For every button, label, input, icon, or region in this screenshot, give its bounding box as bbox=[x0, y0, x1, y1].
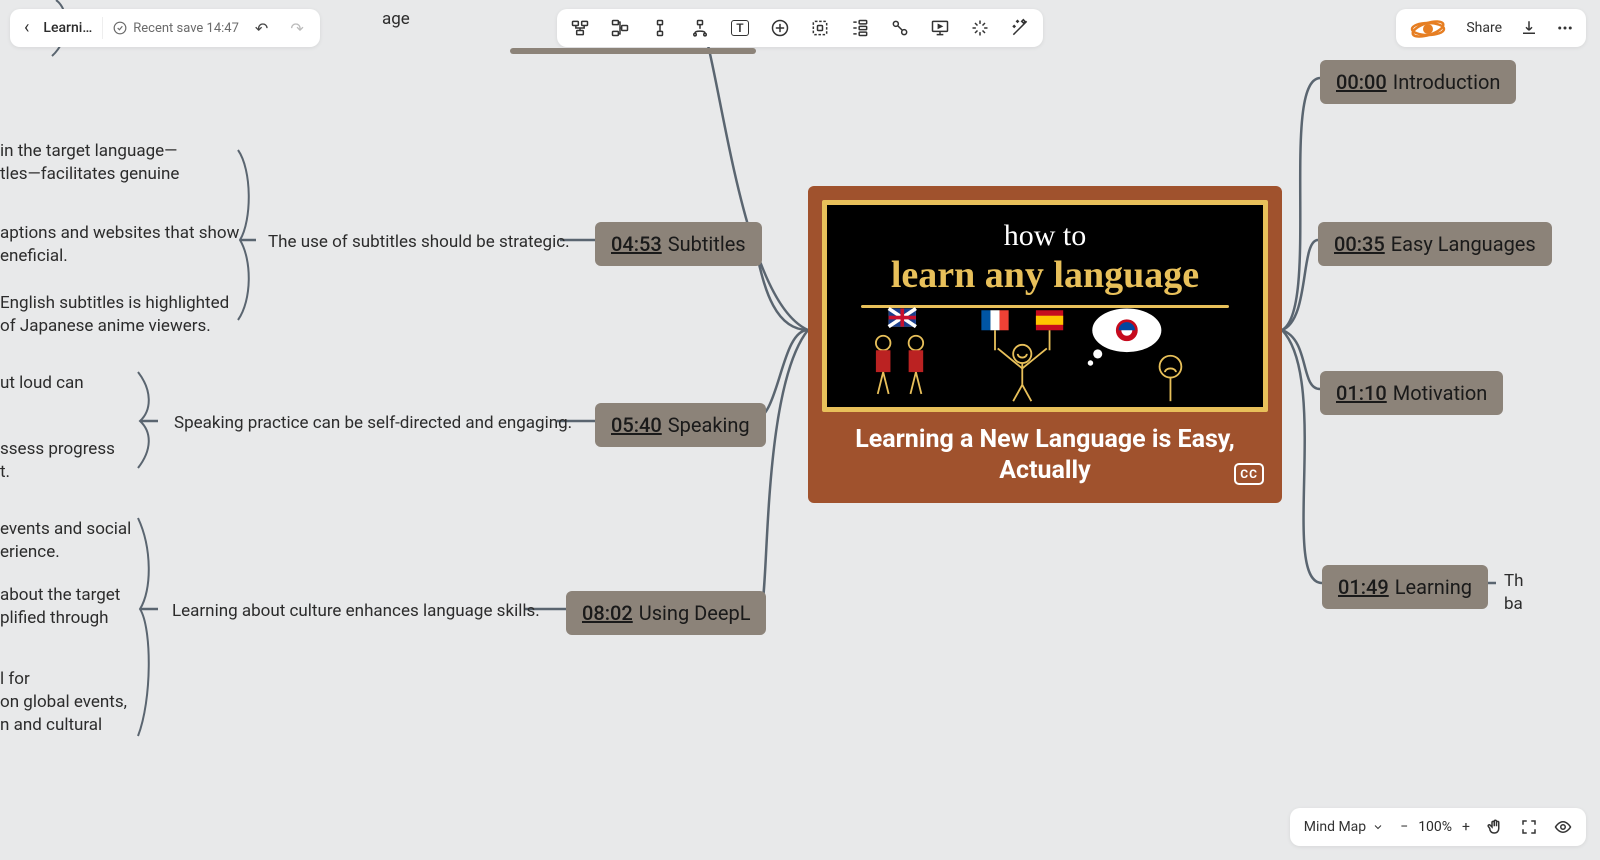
anno-right-fragment: Th ba bbox=[1504, 570, 1524, 616]
fit-screen-icon[interactable] bbox=[1520, 818, 1538, 836]
pan-tool-icon[interactable] bbox=[1486, 818, 1504, 836]
timestamp: 00:00 bbox=[1336, 70, 1387, 94]
summary-icon[interactable] bbox=[689, 17, 711, 39]
chapter-label: Motivation bbox=[1393, 381, 1488, 405]
chapter-label: Speaking bbox=[668, 413, 750, 437]
zoom-level: 100% bbox=[1418, 819, 1452, 835]
header-pill: ‹ Learni… Recent save 14:47 ↶ ↷ bbox=[10, 9, 320, 47]
more-menu-icon[interactable] bbox=[1556, 19, 1574, 37]
add-child-node-icon[interactable] bbox=[569, 17, 591, 39]
boundary-icon[interactable] bbox=[809, 17, 831, 39]
bottom-controls: Mind Map − 100% + bbox=[1290, 808, 1586, 846]
relationship-icon[interactable] bbox=[649, 17, 671, 39]
magic-wand-icon[interactable] bbox=[1009, 17, 1031, 39]
share-button[interactable]: Share bbox=[1466, 20, 1502, 36]
share-pill: Share bbox=[1396, 9, 1586, 47]
cc-icon: CC bbox=[1234, 463, 1264, 485]
text-tool-icon[interactable]: T bbox=[729, 17, 751, 39]
document-title[interactable]: Learni… bbox=[43, 20, 92, 36]
chapter-node-subtitles[interactable]: 04:53Subtitles bbox=[595, 222, 762, 266]
save-status: Recent save 14:47 bbox=[113, 21, 239, 36]
ai-sparkle-icon[interactable] bbox=[969, 17, 991, 39]
timestamp: 05:40 bbox=[611, 413, 662, 437]
anno-subtitles-summary[interactable]: The use of subtitles should be strategic… bbox=[268, 231, 570, 254]
central-node[interactable]: how to learn any language bbox=[808, 186, 1282, 503]
back-button[interactable]: ‹ bbox=[20, 15, 33, 41]
central-node-caption: Learning a New Language is Easy, Actuall… bbox=[822, 424, 1268, 487]
chapter-node-motivation[interactable]: 01:10Motivation bbox=[1320, 371, 1503, 415]
view-mode-label: Mind Map bbox=[1304, 819, 1366, 835]
download-icon[interactable] bbox=[1520, 19, 1538, 37]
timestamp: 00:35 bbox=[1334, 232, 1385, 256]
timestamp: 08:02 bbox=[582, 601, 633, 625]
preview-eye-icon[interactable] bbox=[1554, 818, 1572, 836]
redo-button[interactable]: ↷ bbox=[284, 15, 309, 42]
canvas-scroll-handle[interactable] bbox=[510, 48, 756, 54]
chapter-node-learning[interactable]: 01:49Learning bbox=[1322, 565, 1488, 609]
anno-deepl-3: l for on global events, n and cultural bbox=[0, 668, 127, 737]
anno-subtitles-3: English subtitles is highlighted of Japa… bbox=[0, 292, 229, 338]
video-thumbnail: how to learn any language bbox=[822, 200, 1268, 412]
chapter-label: Using DeepL bbox=[639, 601, 751, 625]
chapter-node-intro[interactable]: 00:00Introduction bbox=[1320, 60, 1516, 104]
chapter-label: Easy Languages bbox=[1391, 232, 1536, 256]
app-logo-icon[interactable] bbox=[1408, 18, 1448, 38]
timestamp: 01:49 bbox=[1338, 575, 1389, 599]
top-toolbar: T bbox=[557, 9, 1043, 47]
timestamp: 04:53 bbox=[611, 232, 662, 256]
chapter-node-speaking[interactable]: 05:40Speaking bbox=[595, 403, 766, 447]
anno-subtitles-1: in the target language— tles—facilitates… bbox=[0, 140, 179, 186]
chapter-node-easy-languages[interactable]: 00:35Easy Languages bbox=[1318, 222, 1552, 266]
chapter-label: Learning bbox=[1395, 575, 1472, 599]
zoom-in-button[interactable]: + bbox=[1462, 819, 1470, 835]
anno-deepl-2: about the target plified through bbox=[0, 584, 120, 630]
chapter-label: Subtitles bbox=[668, 232, 746, 256]
anno-deepl-summary[interactable]: Learning about culture enhances language… bbox=[172, 600, 540, 623]
anno-speaking-2: ssess progress t. bbox=[0, 438, 115, 484]
thumb-line1: how to bbox=[827, 219, 1263, 253]
view-mode-selector[interactable]: Mind Map bbox=[1304, 819, 1384, 835]
anno-deepl-1: events and social erience. bbox=[0, 518, 131, 564]
save-status-text: Recent save 14:47 bbox=[133, 21, 239, 36]
outline-icon[interactable] bbox=[849, 17, 871, 39]
add-icon[interactable] bbox=[769, 17, 791, 39]
anno-subtitles-2: aptions and websites that show eneficial… bbox=[0, 222, 239, 268]
link-icon[interactable] bbox=[889, 17, 911, 39]
chapter-label: Introduction bbox=[1393, 70, 1501, 94]
anno-top-fragment: age bbox=[382, 8, 410, 31]
add-sibling-node-icon[interactable] bbox=[609, 17, 631, 39]
timestamp: 01:10 bbox=[1336, 381, 1387, 405]
presentation-icon[interactable] bbox=[929, 17, 951, 39]
thumb-line2: learn any language bbox=[827, 253, 1263, 297]
undo-button[interactable]: ↶ bbox=[249, 15, 274, 42]
chapter-node-deepl[interactable]: 08:02Using DeepL bbox=[566, 591, 766, 635]
anno-speaking-summary[interactable]: Speaking practice can be self-directed a… bbox=[174, 412, 572, 435]
anno-speaking-1: ut loud can bbox=[0, 372, 84, 395]
zoom-out-button[interactable]: − bbox=[1400, 819, 1408, 835]
